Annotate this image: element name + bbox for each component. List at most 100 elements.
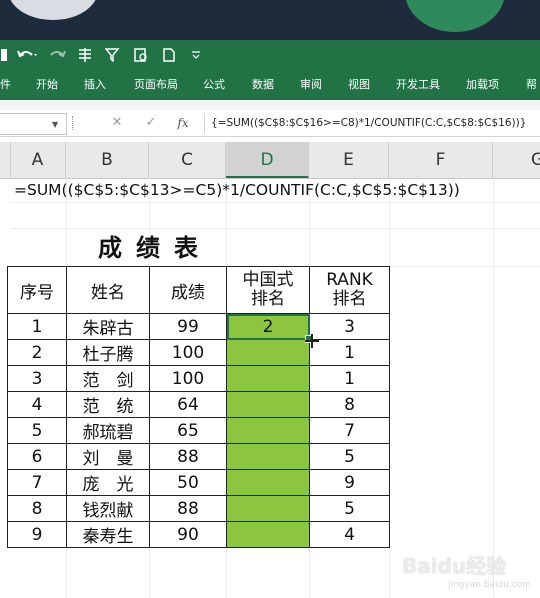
cell-seq[interactable]: 7 [7, 469, 67, 496]
formula-input[interactable]: {=SUM(($C$8:$C$16>=C8)*1/COUNTIF(C:C,$C$… [204, 113, 540, 133]
cell-rank[interactable]: 1 [309, 339, 390, 366]
column-header-e[interactable]: E [309, 142, 389, 178]
formula-display-text: =SUM(($C$5:$C$13>=C5)*1/COUNTIF(C:C,$C$5… [14, 181, 460, 199]
cell-cn-rank-selected[interactable]: 2 [226, 313, 313, 343]
cell-name[interactable]: 秦寿生 [66, 521, 150, 548]
header-cn-rank-line1: 中国式 [242, 270, 294, 290]
cell-name[interactable]: 钱烈献 [66, 495, 150, 522]
cell-cn-rank[interactable] [226, 443, 310, 470]
column-header-f[interactable]: F [389, 142, 493, 178]
cell-rank[interactable]: 5 [309, 443, 390, 470]
cell-seq[interactable]: 3 [7, 365, 67, 392]
table-row: 5 郝琉碧 65 7 [7, 417, 390, 444]
cell-rank[interactable]: 7 [309, 417, 390, 444]
header-name[interactable]: 姓名 [66, 266, 150, 314]
banner-avatar-right [405, 0, 505, 32]
header-cn-rank[interactable]: 中国式 排名 [226, 266, 310, 314]
column-header-b[interactable]: B [66, 142, 149, 178]
banner-avatar-left [8, 0, 98, 20]
tab-data[interactable]: 数据 [252, 70, 274, 100]
cell-cn-rank[interactable] [226, 339, 310, 366]
filter-icon[interactable] [102, 44, 124, 66]
enter-icon[interactable]: ✓ [142, 114, 160, 132]
cancel-icon[interactable]: ✕ [108, 114, 126, 132]
cell-score[interactable]: 90 [149, 521, 227, 548]
cell-cn-rank[interactable] [226, 417, 310, 444]
header-rank[interactable]: RANK 排名 [309, 266, 390, 314]
tab-review[interactable]: 审阅 [300, 70, 322, 100]
cell-name[interactable]: 朱辟古 [66, 313, 150, 340]
cell-name[interactable]: 范 剑 [66, 365, 150, 392]
cell-cn-rank[interactable] [226, 469, 310, 496]
cell-score[interactable]: 100 [149, 365, 227, 392]
cell-seq[interactable]: 2 [7, 339, 67, 366]
table-row: 2 杜子腾 100 1 [7, 339, 390, 366]
chevron-down-icon[interactable]: ▼ [52, 120, 58, 129]
cell-rank[interactable]: 8 [309, 391, 390, 418]
cell-name[interactable]: 刘 曼 [66, 443, 150, 470]
save-icon[interactable] [0, 44, 8, 66]
cell-seq[interactable]: 6 [7, 443, 67, 470]
cell-score[interactable]: 65 [149, 417, 227, 444]
cell-score[interactable]: 50 [149, 469, 227, 496]
tab-file[interactable]: 件 [0, 70, 11, 100]
redo-icon[interactable] [46, 44, 68, 66]
column-header-d[interactable]: D [226, 142, 309, 178]
cell-score[interactable]: 88 [149, 495, 227, 522]
column-header-c[interactable]: C [149, 142, 226, 178]
new-document-icon[interactable] [158, 44, 180, 66]
print-preview-icon[interactable] [130, 44, 152, 66]
cell-score[interactable]: 64 [149, 391, 227, 418]
cell-rank[interactable]: 9 [309, 469, 390, 496]
cell-rank[interactable]: 5 [309, 495, 390, 522]
tab-insert[interactable]: 插入 [84, 70, 106, 100]
cell-cn-rank[interactable] [226, 495, 310, 522]
gridline [10, 228, 540, 229]
table-row: 9 秦寿生 90 4 [7, 521, 390, 548]
column-header-bar: A B C D E F G [0, 142, 540, 179]
customize-toolbar-icon[interactable] [186, 44, 206, 66]
undo-icon[interactable] [14, 44, 40, 66]
cell-rank[interactable]: 1 [309, 365, 390, 392]
cell-seq[interactable]: 8 [7, 495, 67, 522]
table-row: 4 范 统 64 8 [7, 391, 390, 418]
cell-name[interactable]: 范 统 [66, 391, 150, 418]
watermark-text: Baidu经验 [402, 554, 507, 578]
cell-score[interactable]: 100 [149, 339, 227, 366]
column-header-a[interactable]: A [10, 142, 66, 178]
watermark-subtext: jingyan.baidu.com [448, 580, 532, 590]
cell-seq[interactable]: 1 [7, 313, 67, 340]
tab-formulas[interactable]: 公式 [203, 70, 225, 100]
name-box[interactable]: ▼ [0, 113, 67, 135]
tab-help[interactable]: 帮 [526, 70, 537, 100]
cell-score[interactable]: 99 [149, 313, 227, 340]
ribbon-tab-bar: 件 开始 插入 页面布局 公式 数据 审阅 视图 开发工具 加载项 帮 [0, 70, 540, 100]
cell-score[interactable]: 88 [149, 443, 227, 470]
tab-view[interactable]: 视图 [348, 70, 370, 100]
cell-cn-rank[interactable] [226, 521, 310, 548]
cell-seq[interactable]: 4 [7, 391, 67, 418]
cell-seq[interactable]: 5 [7, 417, 67, 444]
cell-rank[interactable]: 3 [309, 313, 390, 340]
tab-page-layout[interactable]: 页面布局 [134, 70, 178, 100]
table-row: 6 刘 曼 88 5 [7, 443, 390, 470]
header-score[interactable]: 成绩 [149, 266, 227, 314]
header-seq[interactable]: 序号 [7, 266, 67, 314]
gridline [493, 178, 494, 598]
cell-name[interactable]: 郝琉碧 [66, 417, 150, 444]
quick-access-toolbar [0, 40, 540, 70]
cell-seq[interactable]: 9 [7, 521, 67, 548]
cell-cn-rank[interactable] [226, 391, 310, 418]
cell-name[interactable]: 杜子腾 [66, 339, 150, 366]
score-table: 序号 姓名 成绩 中国式 排名 RANK 排名 1 朱辟古 99 2 3 2 杜子腾… [7, 266, 390, 548]
cell-rank[interactable]: 4 [309, 521, 390, 548]
cell-cn-rank[interactable] [226, 365, 310, 392]
tab-add-ins[interactable]: 加载项 [466, 70, 499, 100]
cell-name[interactable]: 庞 光 [66, 469, 150, 496]
sort-icon[interactable] [74, 44, 96, 66]
tab-developer[interactable]: 开发工具 [396, 70, 440, 100]
insert-function-button[interactable]: fx [174, 114, 192, 132]
tab-home[interactable]: 开始 [36, 70, 58, 100]
column-header-g[interactable]: G [493, 142, 540, 178]
table-row: 1 朱辟古 99 2 3 [7, 313, 390, 343]
